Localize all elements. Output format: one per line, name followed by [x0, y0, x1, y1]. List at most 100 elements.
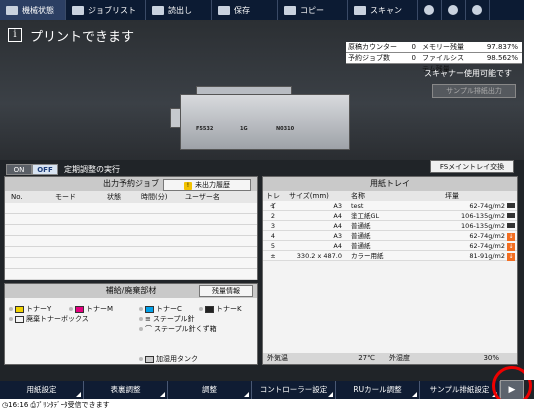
supply-toner-c: トナーC	[139, 304, 182, 314]
toner-m-icon	[75, 305, 84, 313]
tray-level-icon	[507, 223, 515, 228]
tab-label: 保存	[234, 5, 250, 15]
tab-save[interactable]: 保存	[212, 0, 278, 20]
table-row[interactable]: 1 A3 test 62-74g/m2	[263, 201, 517, 211]
periodic-adjust-toggle: ON OFF 定期調整の実行	[6, 164, 120, 175]
info-icon: i	[8, 28, 22, 42]
list-item[interactable]	[5, 247, 257, 258]
supply-toner-k: トナーK	[199, 304, 242, 314]
toner-c-icon	[145, 305, 154, 313]
unprinted-history-button[interactable]: ! 未出力履歴	[163, 179, 251, 191]
paper-settings-button[interactable]: 用紙設定	[0, 381, 84, 399]
tray-low-icon: ↓	[507, 243, 515, 251]
right-margin	[524, 0, 534, 380]
outside-temp-value: 27℃	[358, 354, 375, 362]
staple-waste-icon: ⌒	[145, 325, 152, 333]
status-message-bottom: ﾌﾟﾘﾝﾀﾃﾞｰﾀ受信できます	[36, 401, 110, 409]
periodic-adjust-label: 定期調整の実行	[64, 165, 120, 174]
top-tab-bar: 機械状態 ジョブリスト 読出し 保存 コピー スキャン	[0, 0, 524, 20]
list-item[interactable]	[5, 225, 257, 236]
table-row[interactable]: 4 A3 普通紙 62-74g/m2 ↓	[263, 231, 517, 241]
supply-waste-toner: 廃棄トナーボックス	[9, 314, 89, 324]
counters-table: 原稿カウンター 0 メモリー残量 97.837% 予約ジョブ数 0 ファイルシス…	[346, 42, 522, 73]
status-bar: ◷16:16 ⎙ﾌﾟﾘﾝﾀﾃﾞｰﾀ受信できます	[0, 399, 534, 412]
speaker-icon	[448, 5, 458, 15]
sample-output-button[interactable]: サンプル排紙出力	[432, 84, 516, 98]
jobs-header: No. モード 状態 時間(分) ユーザー名	[5, 191, 257, 203]
counter-row: 予約ジョブ数 0 ファイルシステム残量 98.562%	[346, 53, 522, 73]
machine-status-icon	[6, 5, 18, 15]
list-item[interactable]	[5, 203, 257, 214]
printer-label: F5532	[196, 126, 214, 132]
tray-low-icon: ↓	[507, 253, 515, 261]
network-button[interactable]	[418, 0, 442, 20]
status-time: 16:16	[8, 401, 29, 409]
volume-button[interactable]	[442, 0, 466, 20]
job-list-icon	[72, 5, 84, 15]
list-item[interactable]	[5, 236, 257, 247]
tray-level-icon	[507, 213, 515, 218]
tab-label: スキャン	[370, 5, 402, 15]
counter-row: 原稿カウンター 0 メモリー残量 97.837%	[346, 42, 522, 53]
list-item[interactable]	[5, 269, 257, 280]
fs-main-tray-change-button[interactable]: FSメイントレイ交換	[430, 160, 514, 173]
status-message: プリントできます	[30, 30, 135, 45]
tab-label: ジョブリスト	[88, 5, 136, 15]
tab-machine-status[interactable]: 機械状態	[0, 0, 66, 20]
waste-box-icon	[15, 315, 24, 323]
help-icon	[472, 5, 482, 15]
save-icon	[218, 5, 230, 15]
tank-icon	[145, 355, 154, 363]
supply-humid-tank: 加湿用タンク	[139, 354, 198, 364]
adjust-button[interactable]: 調整	[168, 381, 252, 399]
supply-toner-y: トナーY	[9, 304, 51, 314]
tab-job-list[interactable]: ジョブリスト	[66, 0, 146, 20]
sample-output-settings-button[interactable]: サンプル排紙設定	[420, 381, 500, 399]
tab-label: 機械状態	[22, 5, 54, 15]
ru-curl-adjust-button[interactable]: RUカール調整	[336, 381, 420, 399]
tab-label: コピー	[300, 5, 324, 15]
printer-body	[180, 94, 350, 150]
globe-icon	[424, 5, 434, 15]
humidity-label: 外湿度	[389, 354, 410, 362]
printer-label: N0310	[276, 126, 295, 132]
bottom-function-bar: 用紙設定 表裏調整 調整 コントローラー設定 RUカール調整 サンプル排紙設定	[0, 381, 524, 399]
remaining-info-button[interactable]: 残量情報	[199, 285, 253, 297]
scan-icon	[354, 5, 366, 15]
table-row[interactable]: ± 330.2 x 487.0 カラー用紙 81-91g/m2 ↓	[263, 251, 517, 261]
table-row[interactable]: 5 A4 普通紙 62-74g/m2 ↓	[263, 241, 517, 251]
tray-level-icon	[507, 203, 515, 208]
scanner-status: スキャナー使用可能です	[424, 69, 512, 78]
panel-title: 用紙トレイ	[263, 177, 517, 191]
supply-staples: ≡ ステープル針	[139, 314, 194, 324]
tab-copy[interactable]: コピー	[278, 0, 348, 20]
supplies-panel: 補給/廃棄部材 残量情報 トナーY トナーM トナーC トナーK 廃棄トナーボッ…	[4, 283, 258, 365]
controller-settings-button[interactable]: コントローラー設定	[252, 381, 336, 399]
help-button[interactable]	[466, 0, 490, 20]
on-button[interactable]: ON	[6, 164, 32, 175]
paper-tray-panel: 用紙トレイ トレイ サイズ(mm) 名称 坪量 1 A3 test 62-74g…	[262, 176, 518, 365]
copy-icon	[284, 5, 296, 15]
environment-bar: 外気温 27℃ 外湿度 30%	[263, 353, 517, 364]
front-back-adjust-button[interactable]: 表裏調整	[84, 381, 168, 399]
reserved-jobs-panel: 出力予約ジョブ ! 未出力履歴 No. モード 状態 時間(分) ユーザー名	[4, 176, 258, 280]
printer-label: 1G	[240, 126, 248, 132]
list-item[interactable]	[5, 258, 257, 269]
warning-icon: !	[184, 182, 192, 190]
machine-status-screen: 機械状態 ジョブリスト 読出し 保存 コピー スキャン i プリントできます 原…	[0, 0, 534, 412]
tab-scan[interactable]: スキャン	[348, 0, 418, 20]
supplies-grid: トナーY トナーM トナーC トナーK 廃棄トナーボックス ≡ ステープル針 ⌒ ス…	[5, 298, 257, 364]
tray-list: 1 A3 test 62-74g/m2 2 A4 塗工紙GL 106-135g/…	[263, 201, 517, 261]
recall-icon	[152, 5, 164, 15]
table-row[interactable]: 2 A4 塗工紙GL 106-135g/m2	[263, 211, 517, 221]
toner-y-icon	[15, 305, 24, 313]
tray-header: トレイ サイズ(mm) 名称 坪量	[263, 191, 517, 210]
tab-recall[interactable]: 読出し	[146, 0, 212, 20]
staple-icon: ≡	[145, 315, 151, 323]
printer-image: F5532 1G N0310	[170, 78, 360, 152]
status-header: i プリントできます 原稿カウンター 0 メモリー残量 97.837% 予約ジョ…	[0, 20, 524, 160]
off-button[interactable]: OFF	[32, 164, 58, 175]
list-item[interactable]	[5, 214, 257, 225]
tray-low-icon: ↓	[507, 233, 515, 241]
table-row[interactable]: 3 A4 普通紙 106-135g/m2	[263, 221, 517, 231]
